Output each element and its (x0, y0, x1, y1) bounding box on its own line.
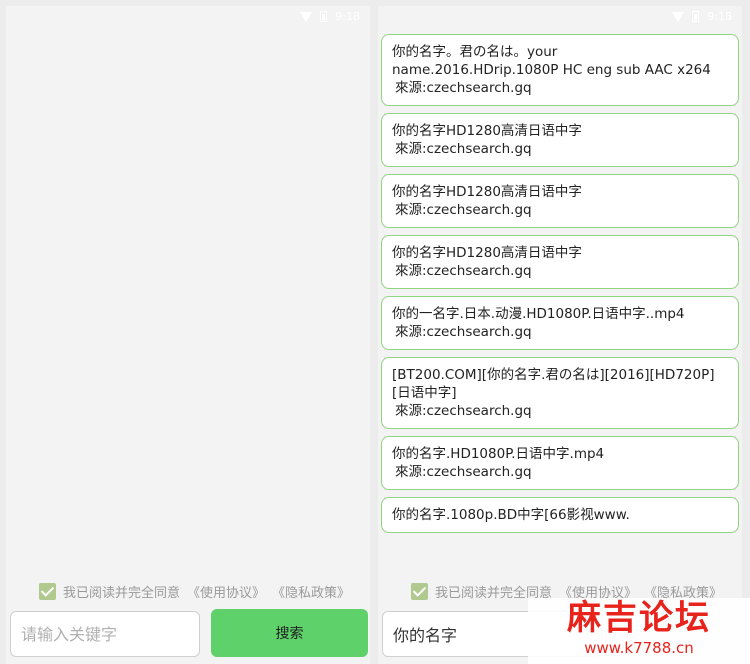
left-phone-screen: 9:18 我已阅读并完全同意 《使用协议》 《隐私政策》 搜索 (6, 6, 370, 664)
result-title: 你的名字.HD1080P.日语中字.mp4 (392, 446, 605, 462)
agreement-text: 我已阅读并完全同意 (63, 585, 181, 601)
agree-checkbox[interactable] (411, 582, 428, 600)
result-source: 來源:czechsearch.gq (395, 324, 532, 340)
result-card[interactable]: 你的名字.1080p.BD中字[66影视www. (381, 497, 739, 533)
agreement-row: 我已阅读并完全同意 《使用协议》 《隐私政策》 (39, 580, 350, 602)
search-button[interactable]: 搜索 (211, 609, 368, 657)
result-card[interactable]: 你的名字HD1280高清日语中字 來源:czechsearch.gq (381, 113, 739, 167)
result-title: 你的名字.1080p.BD中字[66影视www. (392, 507, 630, 523)
result-card[interactable]: 你的一名字.日本.动漫.HD1080P.日语中字..mp4 來源:czechse… (381, 296, 739, 350)
result-card[interactable]: [BT200.COM][你的名字.君の名は][2016][HD720P][日语中… (381, 357, 739, 429)
status-bar: 9:18 (6, 6, 370, 28)
result-title: 你的名字HD1280高清日语中字 (392, 184, 582, 200)
result-title: [BT200.COM][你的名字.君の名は][2016][HD720P][日语中… (392, 367, 715, 401)
results-list[interactable]: 你的名字。君の名は。your name.2016.HDrip.1080P HC … (381, 34, 739, 576)
watermark-title: 麻吉论坛 (567, 598, 711, 638)
battery-icon (320, 11, 328, 22)
result-title: 你的名字HD1280高清日语中字 (392, 123, 582, 139)
result-source: 來源:czechsearch.gq (395, 403, 532, 419)
result-title: 你的名字HD1280高清日语中字 (392, 245, 582, 261)
wifi-icon (672, 11, 685, 22)
wifi-icon (300, 11, 313, 22)
status-time: 9:18 (707, 10, 732, 23)
result-card[interactable]: 你的名字HD1280高清日语中字 來源:czechsearch.gq (381, 174, 739, 228)
result-source: 來源:czechsearch.gq (395, 464, 532, 480)
agree-checkbox[interactable] (39, 582, 56, 600)
result-source: 來源:czechsearch.gq (395, 141, 532, 157)
result-title: 你的名字。君の名は。your name.2016.HDrip.1080P HC … (392, 44, 711, 78)
status-bar: 9:18 (378, 6, 742, 28)
forum-watermark: 麻吉论坛 www.k7788.cn (528, 598, 750, 664)
result-card[interactable]: 你的名字.HD1080P.日语中字.mp4 來源:czechsearch.gq (381, 436, 739, 490)
result-card[interactable]: 你的名字HD1280高清日语中字 來源:czechsearch.gq (381, 235, 739, 289)
status-icons: 9:18 (300, 10, 360, 23)
privacy-link[interactable]: 《隐私政策》 (272, 582, 350, 601)
result-source: 來源:czechsearch.gq (395, 202, 532, 218)
result-source: 來源:czechsearch.gq (395, 263, 532, 279)
battery-icon (692, 11, 700, 22)
result-source: 來源:czechsearch.gq (395, 80, 532, 96)
search-input[interactable] (10, 611, 200, 657)
terms-link[interactable]: 《使用协议》 (187, 582, 265, 601)
result-card[interactable]: 你的名字。君の名は。your name.2016.HDrip.1080P HC … (381, 34, 739, 106)
status-time: 9:18 (335, 10, 360, 23)
status-icons: 9:18 (672, 10, 732, 23)
result-title: 你的一名字.日本.动漫.HD1080P.日语中字..mp4 (392, 306, 685, 322)
right-phone-screen: 9:18 你的名字。君の名は。your name.2016.HDrip.1080… (378, 6, 742, 664)
watermark-url: www.k7788.cn (584, 639, 694, 657)
